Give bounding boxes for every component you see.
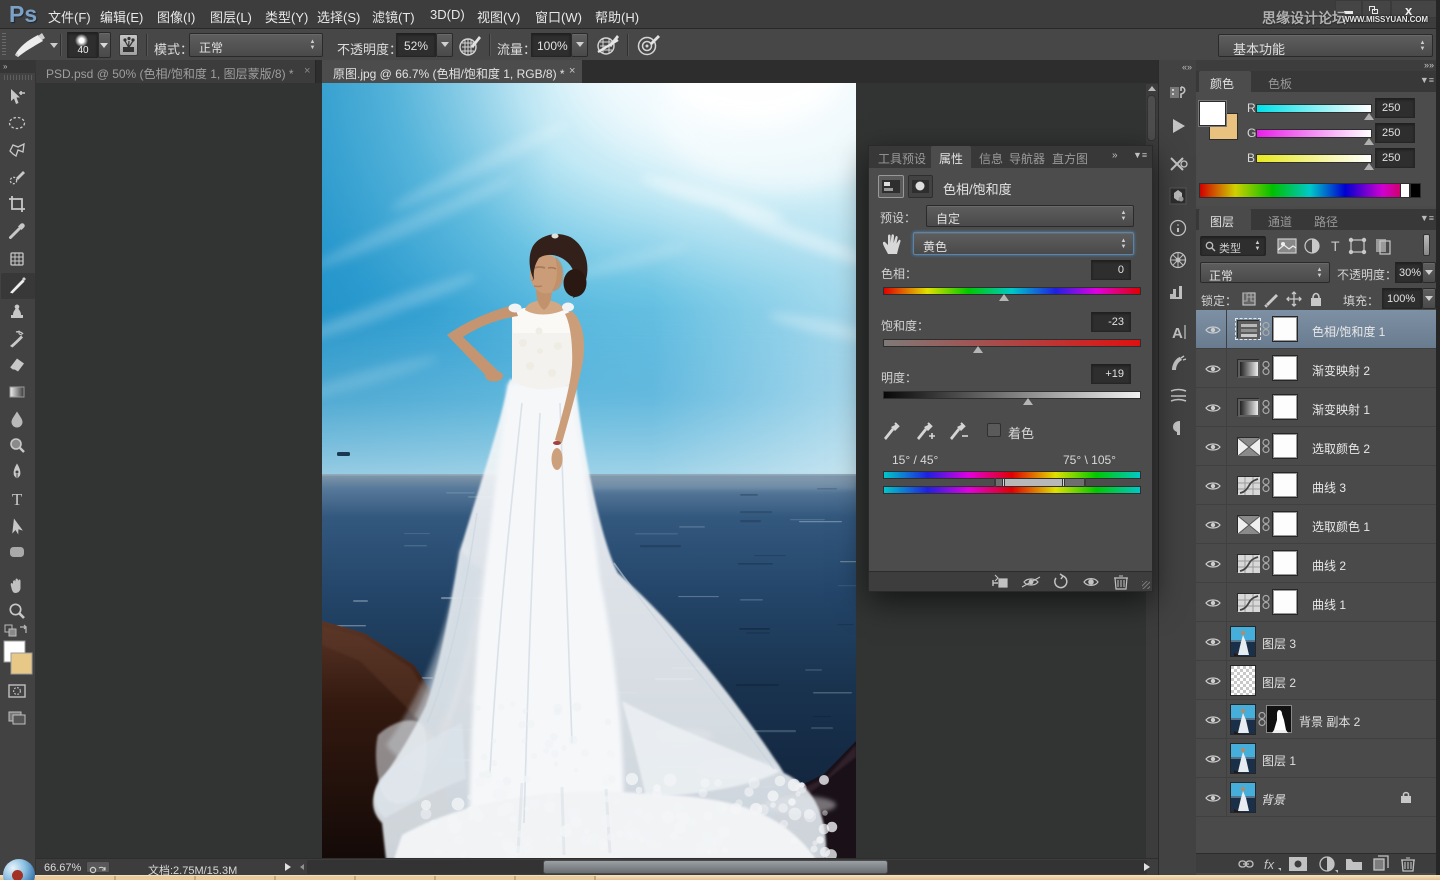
svg-text:T: T xyxy=(1331,238,1340,254)
svg-text:A: A xyxy=(1172,325,1183,342)
svg-text:T: T xyxy=(12,490,23,509)
svg-text:fx: fx xyxy=(1264,857,1275,872)
